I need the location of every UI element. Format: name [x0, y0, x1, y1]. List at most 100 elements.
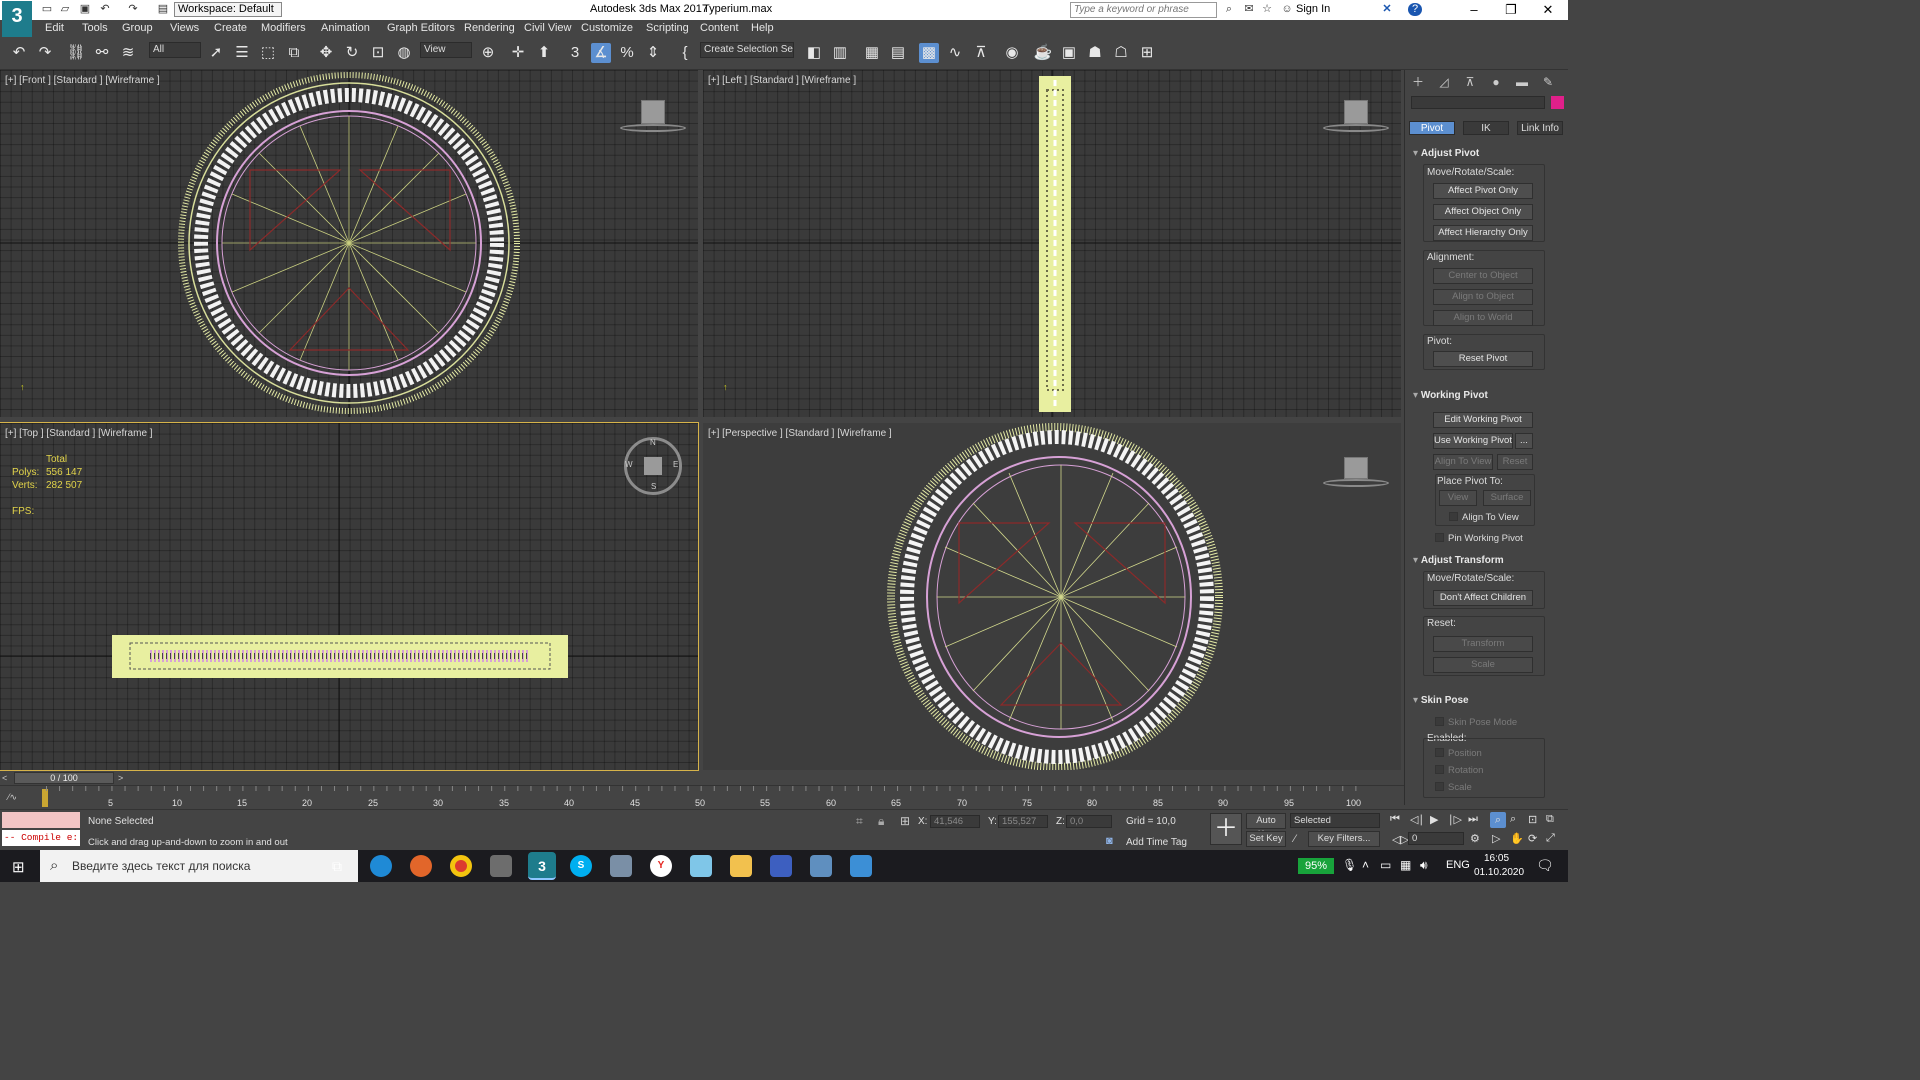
zoom-icon[interactable]: ⌕	[1490, 812, 1506, 828]
next-frame-icon[interactable]: ∣▷	[1448, 813, 1462, 826]
zoom-extents-all-icon[interactable]: ⧉	[1546, 813, 1554, 826]
viewcube-top-compass[interactable]: N S E W	[624, 437, 682, 495]
time-slider-next-icon[interactable]: >	[118, 773, 128, 783]
render-production-icon[interactable]: ☗	[1085, 43, 1105, 63]
layer-explorer-icon[interactable]: ▤	[888, 43, 908, 63]
search-input[interactable]: Type a keyword or phrase	[1070, 2, 1217, 18]
viewport-perspective-label[interactable]: [+] [Perspective ] [Standard ] [Wirefram…	[708, 428, 892, 439]
reset-scale-button[interactable]: Scale	[1433, 657, 1533, 673]
menu-rendering[interactable]: Rendering	[464, 22, 515, 34]
center-to-object-button[interactable]: Center to Object	[1433, 268, 1533, 284]
ik-tab-button[interactable]: IK	[1463, 121, 1509, 135]
notifications-icon[interactable]: 🗨︎	[1536, 857, 1554, 874]
z-coordinate-field[interactable]: 0,0	[1066, 815, 1112, 828]
pivot-tab-button[interactable]: Pivot	[1409, 121, 1455, 135]
render-in-cloud-icon[interactable]: ⊞	[1137, 43, 1157, 63]
link-info-tab-button[interactable]: Link Info	[1517, 121, 1563, 135]
align-to-object-button[interactable]: Align to Object	[1433, 289, 1533, 305]
key-set-dropdown[interactable]: Selected	[1290, 813, 1380, 828]
x-coordinate-field[interactable]: 41,546	[930, 815, 980, 828]
select-object-icon[interactable]: ➚	[206, 43, 226, 63]
percent-snap-icon[interactable]: %	[617, 43, 637, 63]
menu-customize[interactable]: Customize	[581, 22, 633, 34]
new-file-icon[interactable]: ▭	[40, 3, 54, 16]
isolate-selection-icon[interactable]: ⌗	[856, 814, 863, 829]
modify-tab-icon[interactable]: ◿	[1435, 73, 1453, 91]
viewport-left[interactable]: ↑ [+] [Left ] [Standard ] [Wireframe ]	[703, 70, 1401, 417]
chrome-icon[interactable]	[450, 855, 472, 877]
viewport-front[interactable]: ↑ [+] [Front ] [Standard ] [Wireframe ]	[0, 70, 698, 417]
workspace-dropdown[interactable]: Workspace: Default	[174, 2, 282, 17]
window-crossing-icon[interactable]: ⧉	[284, 43, 304, 63]
app-icon-4[interactable]	[770, 855, 792, 877]
menu-scripting[interactable]: Scripting	[646, 22, 689, 34]
curve-editor-icon[interactable]: ∿	[945, 43, 965, 63]
set-key-button[interactable]: Set Key	[1246, 831, 1286, 847]
display-tab-icon[interactable]: ▬	[1513, 73, 1531, 91]
menu-animation[interactable]: Animation	[321, 22, 370, 34]
affect-hierarchy-only-button[interactable]: Affect Hierarchy Only	[1433, 225, 1533, 241]
viewport-front-label[interactable]: [+] [Front ] [Standard ] [Wireframe ]	[5, 75, 160, 86]
skin-pose-position-checkbox[interactable]: Position	[1435, 748, 1482, 759]
skin-pose-mode-checkbox[interactable]: Skin Pose Mode	[1435, 717, 1517, 728]
edit-named-selection-icon[interactable]: {	[675, 43, 695, 63]
save-file-icon[interactable]: ▣	[78, 3, 92, 16]
windows-start-icon[interactable]: ⊞	[12, 858, 25, 876]
adjust-pivot-rollout[interactable]: Adjust Pivot	[1413, 148, 1479, 159]
undo-icon[interactable]: ↶	[98, 3, 112, 16]
skin-pose-rollout[interactable]: Skin Pose	[1413, 695, 1469, 706]
app-icon-2[interactable]	[610, 855, 632, 877]
reset-transform-button[interactable]: Transform	[1433, 636, 1533, 652]
pin-working-pivot-checkbox[interactable]: Pin Working Pivot	[1435, 533, 1523, 544]
viewport-perspective[interactable]: [+] [Perspective ] [Standard ] [Wirefram…	[703, 423, 1401, 770]
skin-pose-scale-checkbox[interactable]: Scale	[1435, 782, 1472, 793]
menu-group[interactable]: Group	[122, 22, 153, 34]
binoculars-icon[interactable]: ⌕	[1222, 3, 1236, 16]
absolute-mode-icon[interactable]: ⊞	[900, 814, 910, 828]
menu-modifiers[interactable]: Modifiers	[261, 22, 306, 34]
named-selection-set-dropdown[interactable]: Create Selection Se	[700, 42, 794, 58]
reference-coordinate-dropdown[interactable]: View	[420, 42, 472, 58]
tray-chevron-icon[interactable]: ˄	[1362, 858, 1369, 872]
viewcube-perspective[interactable]	[1323, 457, 1389, 491]
dont-affect-children-button[interactable]: Don't Affect Children	[1433, 590, 1533, 606]
place-pivot-view-button[interactable]: View	[1439, 490, 1477, 506]
working-pivot-rollout[interactable]: Working Pivot	[1413, 390, 1488, 401]
maximize-viewport-icon[interactable]: ⤢	[1546, 832, 1555, 845]
sign-in-button[interactable]: Sign In	[1296, 3, 1330, 15]
place-icon[interactable]: ◍	[394, 43, 414, 63]
play-icon[interactable]: ▶	[1430, 813, 1438, 826]
maxscript-listener-output[interactable]: -- Compile e:	[2, 830, 80, 846]
rendered-frame-window-icon[interactable]: ▣	[1059, 43, 1079, 63]
app-icon-1[interactable]	[490, 855, 512, 877]
app-logo[interactable]: 3	[2, 1, 32, 37]
field-of-view-icon[interactable]: ▷	[1492, 832, 1500, 845]
y-coordinate-field[interactable]: 155,527	[998, 815, 1048, 828]
render-iterative-icon[interactable]: ☖	[1111, 43, 1131, 63]
battery-icon[interactable]: ▭	[1380, 858, 1391, 872]
current-frame-field[interactable]: 0	[1408, 832, 1464, 845]
edge-browser-icon[interactable]	[370, 855, 392, 877]
clock-time[interactable]: 16:05	[1484, 853, 1509, 864]
motion-tab-icon[interactable]: ●	[1487, 73, 1505, 91]
rotate-icon[interactable]: ↻	[342, 43, 362, 63]
network-icon[interactable]: ▦	[1400, 858, 1411, 872]
viewport-top-label[interactable]: [+] [Top ] [Standard ] [Wireframe ]	[5, 428, 153, 439]
toggle-ribbon-icon[interactable]: ▩	[919, 43, 939, 63]
keyboard-shortcut-toggle-icon[interactable]: ⬆	[534, 43, 554, 63]
key-filters-button[interactable]: Key Filters...	[1308, 831, 1380, 847]
spinner-snap-icon[interactable]: ⇕	[643, 43, 663, 63]
skin-pose-rotation-checkbox[interactable]: Rotation	[1435, 765, 1483, 776]
app-icon-5[interactable]	[810, 855, 832, 877]
minimize-icon[interactable]: –	[1466, 2, 1482, 17]
time-slider-prev-icon[interactable]: <	[2, 773, 12, 783]
auto-key-button[interactable]: Auto Key	[1246, 813, 1286, 840]
selection-lock-icon[interactable]: 🔒︎	[878, 814, 884, 829]
utilities-tab-icon[interactable]: ✎	[1539, 73, 1557, 91]
select-and-link-icon[interactable]: ⛓	[66, 43, 86, 63]
go-to-end-icon[interactable]: ⏭	[1468, 813, 1478, 826]
time-configuration-icon[interactable]: ⚙	[1470, 832, 1480, 845]
key-mode-toggle-icon[interactable]: ◁▷	[1392, 833, 1409, 846]
affect-pivot-only-button[interactable]: Affect Pivot Only	[1433, 183, 1533, 199]
unlink-icon[interactable]: ⚯	[92, 43, 112, 63]
